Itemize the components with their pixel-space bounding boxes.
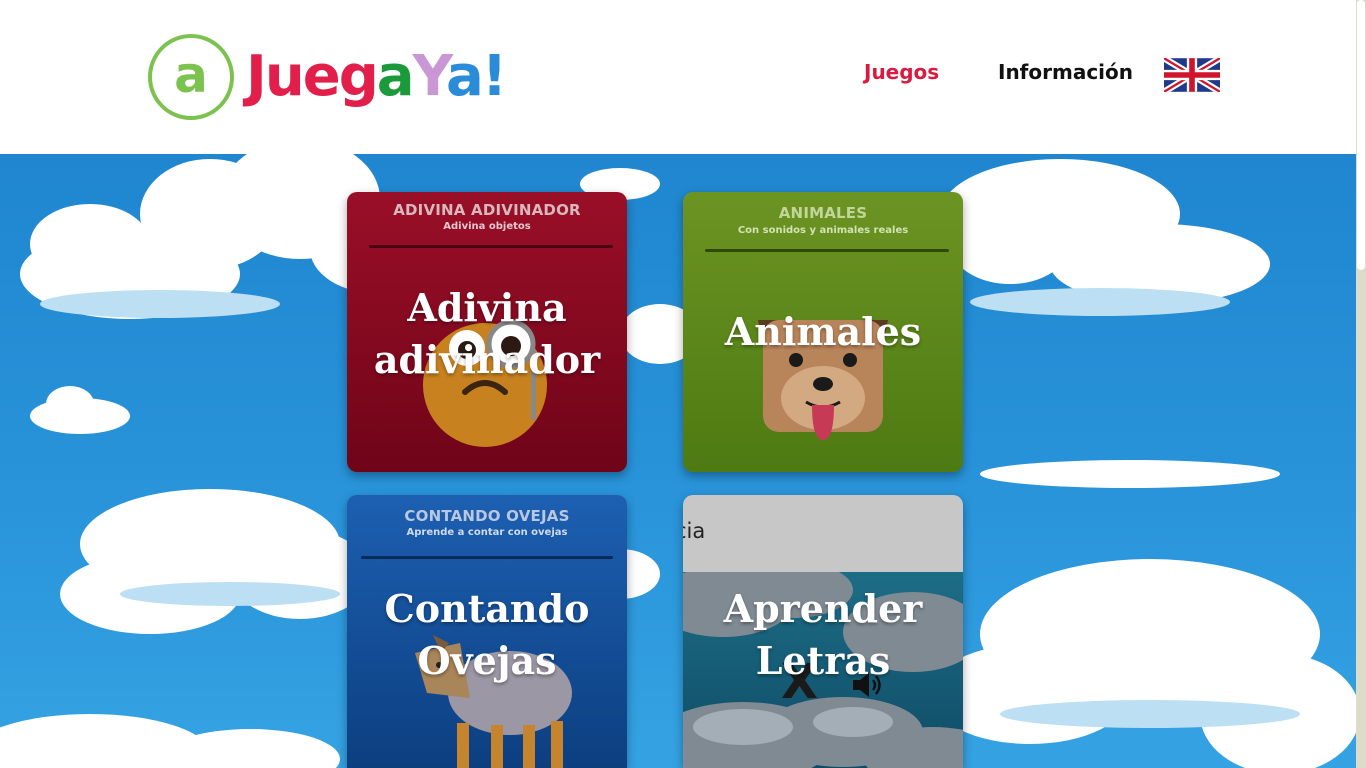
card-small-title: ADIVINA ADIVINADOR bbox=[393, 201, 581, 219]
game-card-contando-ovejas[interactable]: CONTANDO OVEJAS Aprende a contar con ove… bbox=[347, 495, 627, 768]
card-header: CONTANDO OVEJAS Aprende a contar con ove… bbox=[347, 495, 627, 538]
scrollbar-thumb[interactable] bbox=[1357, 0, 1365, 270]
card-divider bbox=[369, 245, 613, 248]
card-big-title-line: Adivina bbox=[407, 285, 567, 330]
card-big-title: Contando Ovejas bbox=[347, 583, 627, 687]
card-small-title: ANIMALES bbox=[778, 204, 868, 222]
nav-juegos[interactable]: Juegos bbox=[864, 60, 939, 84]
game-card-animales[interactable]: ANIMALES Con sonidos y animales reales A… bbox=[683, 192, 963, 472]
card-divider bbox=[705, 249, 949, 252]
card-big-title: Adivina adivinador bbox=[347, 282, 627, 386]
card-big-title-line: Ovejas bbox=[417, 638, 557, 683]
main-nav: Juegos Información bbox=[0, 58, 1356, 92]
nav-informacion[interactable]: Información bbox=[998, 60, 1133, 84]
game-card-adivina-adivinador[interactable]: ADIVINA ADIVINADOR Adivina objetos Adivi… bbox=[347, 192, 627, 472]
card-subtitle: Aprende a contar con ovejas bbox=[406, 527, 568, 538]
card-big-title: Aprender Letras bbox=[683, 583, 963, 687]
card-divider bbox=[361, 556, 613, 559]
card-big-title: Animales bbox=[683, 306, 963, 358]
card-subtitle: Adivina objetos bbox=[443, 221, 531, 232]
uk-flag-icon[interactable] bbox=[1164, 58, 1220, 92]
card-big-title-line: Contando bbox=[384, 586, 590, 631]
card-big-title-line: Animales bbox=[724, 309, 922, 354]
card-header: ADIVINA ADIVINADOR Adivina objetos bbox=[347, 192, 627, 232]
card-big-title-line: Aprender bbox=[723, 586, 923, 631]
card-small-title: CONTANDO OVEJAS bbox=[404, 507, 570, 525]
preview-text: cia bbox=[683, 519, 706, 543]
card-big-title-line: adivinador bbox=[373, 337, 601, 382]
game-card-aprender-letras[interactable]: cia X Aprender Letras bbox=[683, 495, 963, 768]
card-header: ANIMALES Con sonidos y animales reales bbox=[683, 192, 963, 236]
card-subtitle: Con sonidos y animales reales bbox=[737, 225, 909, 236]
clouds-illustration bbox=[0, 154, 1356, 768]
sky-background bbox=[0, 154, 1356, 768]
site-header: a JuegaYa! Juegos Información bbox=[0, 0, 1356, 154]
card-big-title-line: Letras bbox=[755, 638, 891, 683]
